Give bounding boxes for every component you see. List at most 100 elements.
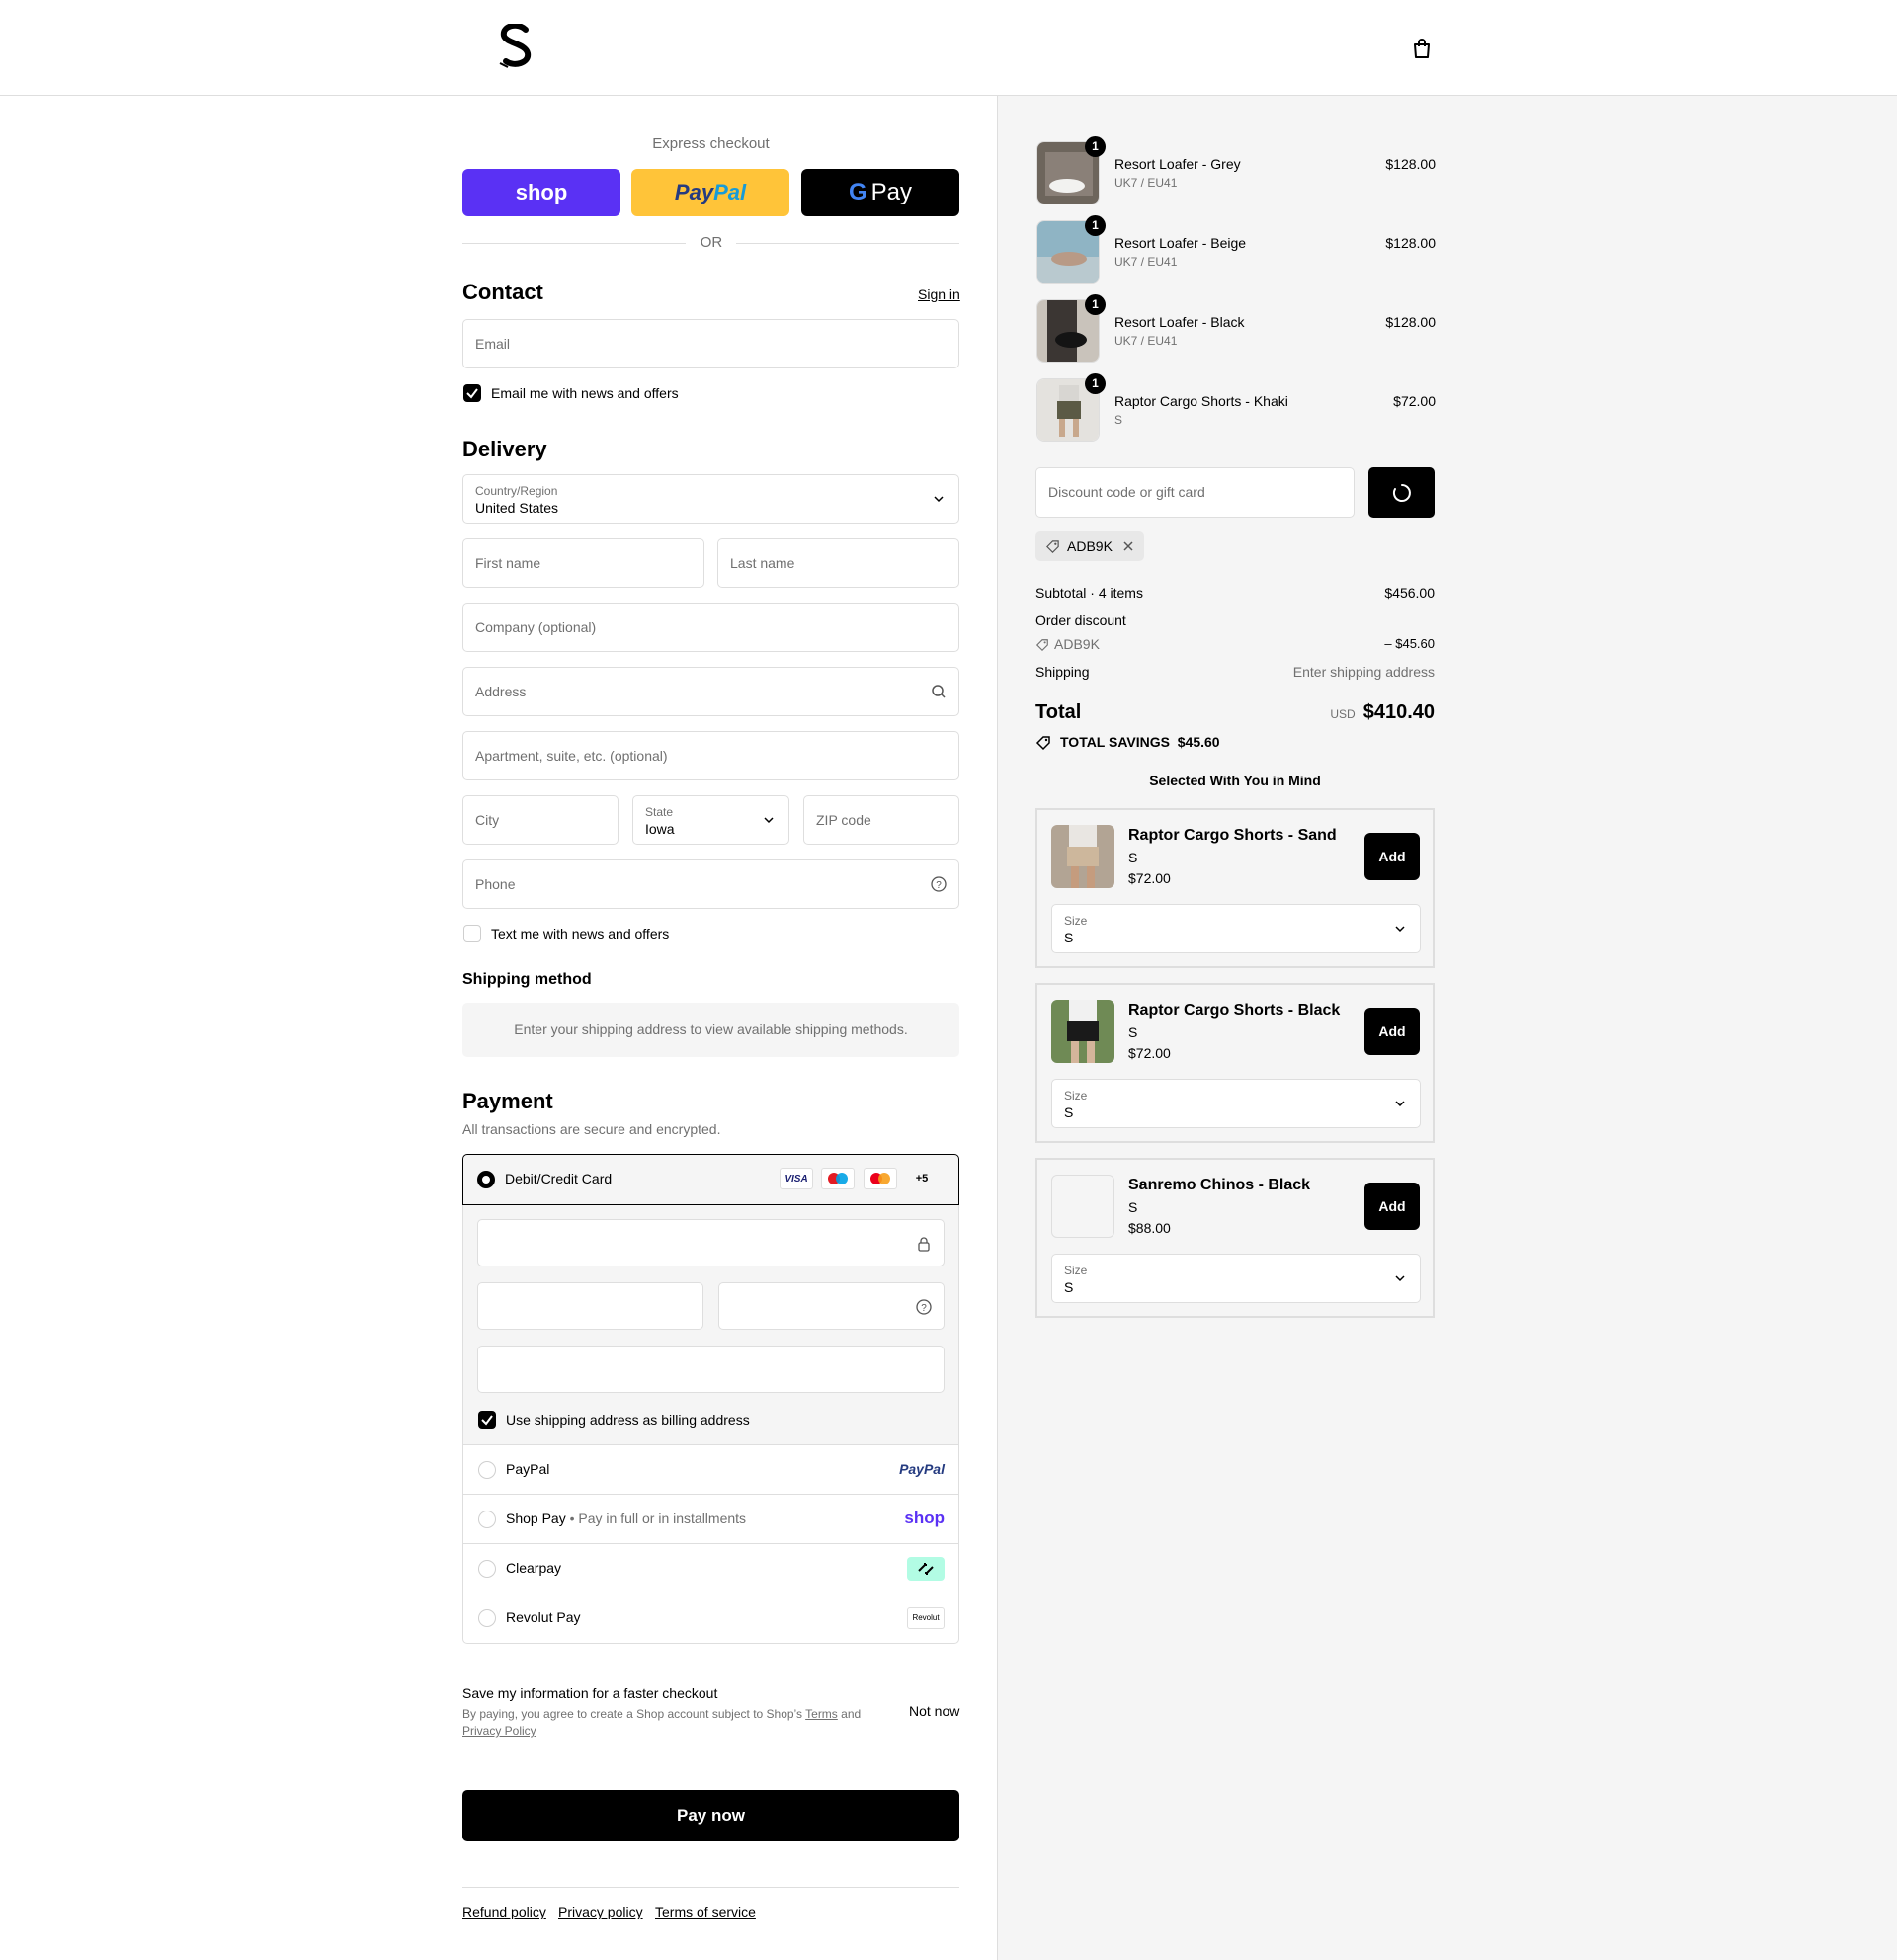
- card-radio[interactable]: [477, 1171, 495, 1188]
- shop-pay-option[interactable]: Shop Pay • Pay in full or in installment…: [462, 1495, 959, 1544]
- google-pay-button[interactable]: G Pay: [801, 169, 959, 216]
- zip-field[interactable]: ZIP code: [803, 795, 959, 845]
- email-field[interactable]: Email: [462, 319, 959, 368]
- address-field[interactable]: Address: [462, 667, 959, 716]
- shipping-value: Enter shipping address: [1292, 664, 1435, 680]
- clearpay-icon: [907, 1557, 945, 1581]
- name-on-card-field[interactable]: [477, 1346, 945, 1393]
- phone-field[interactable]: Phone ?: [462, 859, 959, 909]
- size-select[interactable]: Size S: [1051, 904, 1421, 953]
- size-select[interactable]: Size S: [1051, 1079, 1421, 1128]
- text-news-checkbox[interactable]: [463, 925, 481, 942]
- card-number-field[interactable]: [477, 1219, 945, 1266]
- revolut-radio[interactable]: [478, 1609, 496, 1627]
- billing-checkbox[interactable]: [478, 1411, 496, 1429]
- card-payment-option[interactable]: Debit/Credit Card VISA +5: [462, 1154, 959, 1205]
- first-name-field[interactable]: First name: [462, 538, 704, 588]
- order-discount-label: Order discount: [1035, 612, 1126, 628]
- product-name: Raptor Cargo Shorts - Khaki: [1114, 393, 1288, 409]
- shipping-method-notice: Enter your shipping address to view avai…: [462, 1003, 959, 1057]
- product-name: Resort Loafer - Grey: [1114, 156, 1241, 172]
- refund-policy-link[interactable]: Refund policy: [462, 1904, 546, 1919]
- sign-in-link[interactable]: Sign in: [918, 286, 960, 302]
- shop-pay-button[interactable]: shop: [462, 169, 620, 216]
- not-now-button[interactable]: Not now: [909, 1703, 959, 1719]
- country-select[interactable]: Country/Region United States: [462, 474, 959, 524]
- terms-link[interactable]: Terms: [805, 1707, 838, 1721]
- tag-icon: [1035, 639, 1048, 652]
- total-label: Total: [1035, 701, 1082, 723]
- city-field[interactable]: City: [462, 795, 619, 845]
- clearpay-radio[interactable]: [478, 1560, 496, 1578]
- close-icon[interactable]: [1122, 540, 1134, 552]
- paypal-option[interactable]: PayPal PayPal: [462, 1445, 959, 1495]
- subtotal-label: Subtotal · 4 items: [1035, 585, 1143, 601]
- contact-heading: Contact: [462, 280, 543, 304]
- product-image: [1051, 1000, 1114, 1063]
- check-icon: [481, 1415, 493, 1426]
- privacy-policy-footer-link[interactable]: Privacy policy: [558, 1904, 643, 1919]
- card-form: ? Use shipping address as billing addres…: [462, 1205, 959, 1445]
- shopping-bag-icon[interactable]: [1411, 38, 1433, 59]
- pay-now-button[interactable]: Pay now: [462, 1790, 959, 1841]
- security-code-field[interactable]: ?: [718, 1282, 945, 1330]
- clearpay-option[interactable]: Clearpay: [462, 1544, 959, 1593]
- divider: [462, 243, 686, 244]
- email-news-label: Email me with news and offers: [491, 385, 679, 401]
- state-select[interactable]: State Iowa: [632, 795, 789, 845]
- product-name: Raptor Cargo Shorts - Black: [1128, 1002, 1341, 1019]
- maestro-icon: [821, 1168, 855, 1189]
- privacy-policy-link[interactable]: Privacy Policy: [462, 1724, 536, 1738]
- payment-subtitle: All transactions are secure and encrypte…: [462, 1121, 721, 1137]
- product-variant: S: [1128, 850, 1138, 865]
- billing-label: Use shipping address as billing address: [506, 1412, 750, 1428]
- delivery-heading: Delivery: [462, 437, 547, 461]
- search-icon: [932, 685, 946, 698]
- revolut-pay-option[interactable]: Revolut Pay Revolut: [462, 1593, 959, 1644]
- help-icon[interactable]: ?: [916, 1299, 932, 1315]
- chevron-down-icon: [934, 496, 944, 503]
- payment-heading: Payment: [462, 1089, 553, 1113]
- shipping-method-heading: Shipping method: [462, 971, 592, 988]
- google-g-icon: G: [848, 179, 867, 205]
- apply-discount-button[interactable]: [1368, 467, 1435, 518]
- divider: [736, 243, 959, 244]
- product-price: $72.00: [1128, 870, 1171, 886]
- recommendation-card: Raptor Cargo Shorts - Black S $72.00 Add…: [1035, 983, 1435, 1143]
- paypal-button[interactable]: PayPal: [631, 169, 789, 216]
- apartment-field[interactable]: Apartment, suite, etc. (optional): [462, 731, 959, 780]
- add-button[interactable]: Add: [1364, 1183, 1420, 1230]
- product-variant: UK7 / EU41: [1114, 334, 1178, 348]
- add-button[interactable]: Add: [1364, 1008, 1420, 1055]
- help-icon[interactable]: ?: [931, 876, 947, 892]
- total-amount: USD $410.40: [1330, 701, 1435, 723]
- chevron-down-icon: [764, 817, 774, 824]
- subtotal-value: $456.00: [1384, 585, 1435, 601]
- product-variant: UK7 / EU41: [1114, 176, 1178, 190]
- check-icon: [466, 388, 478, 399]
- company-field[interactable]: Company (optional): [462, 603, 959, 652]
- revolut-logo: Revolut: [907, 1607, 945, 1629]
- last-name-field[interactable]: Last name: [717, 538, 959, 588]
- quantity-badge: 1: [1085, 294, 1106, 315]
- savings-tag-icon: [1035, 736, 1050, 751]
- product-price: $128.00: [1385, 156, 1436, 172]
- lock-icon: [918, 1237, 930, 1252]
- mastercard-icon: [864, 1168, 897, 1189]
- terms-of-service-link[interactable]: Terms of service: [655, 1904, 756, 1919]
- expiry-field[interactable]: [477, 1282, 703, 1330]
- quantity-badge: 1: [1085, 215, 1106, 236]
- divider: [462, 1887, 959, 1888]
- express-checkout-label: Express checkout: [652, 135, 770, 152]
- add-button[interactable]: Add: [1364, 833, 1420, 880]
- product-price: $88.00: [1128, 1220, 1171, 1236]
- size-select[interactable]: Size S: [1051, 1254, 1421, 1303]
- email-news-checkbox[interactable]: [463, 384, 481, 402]
- tag-icon: [1046, 540, 1059, 553]
- store-logo[interactable]: [496, 24, 536, 69]
- paypal-radio[interactable]: [478, 1461, 496, 1479]
- shop-pay-radio[interactable]: [478, 1511, 496, 1528]
- shop-logo: shop: [904, 1509, 945, 1527]
- chevron-down-icon: [1395, 926, 1405, 933]
- discount-code-field[interactable]: Discount code or gift card: [1035, 467, 1355, 518]
